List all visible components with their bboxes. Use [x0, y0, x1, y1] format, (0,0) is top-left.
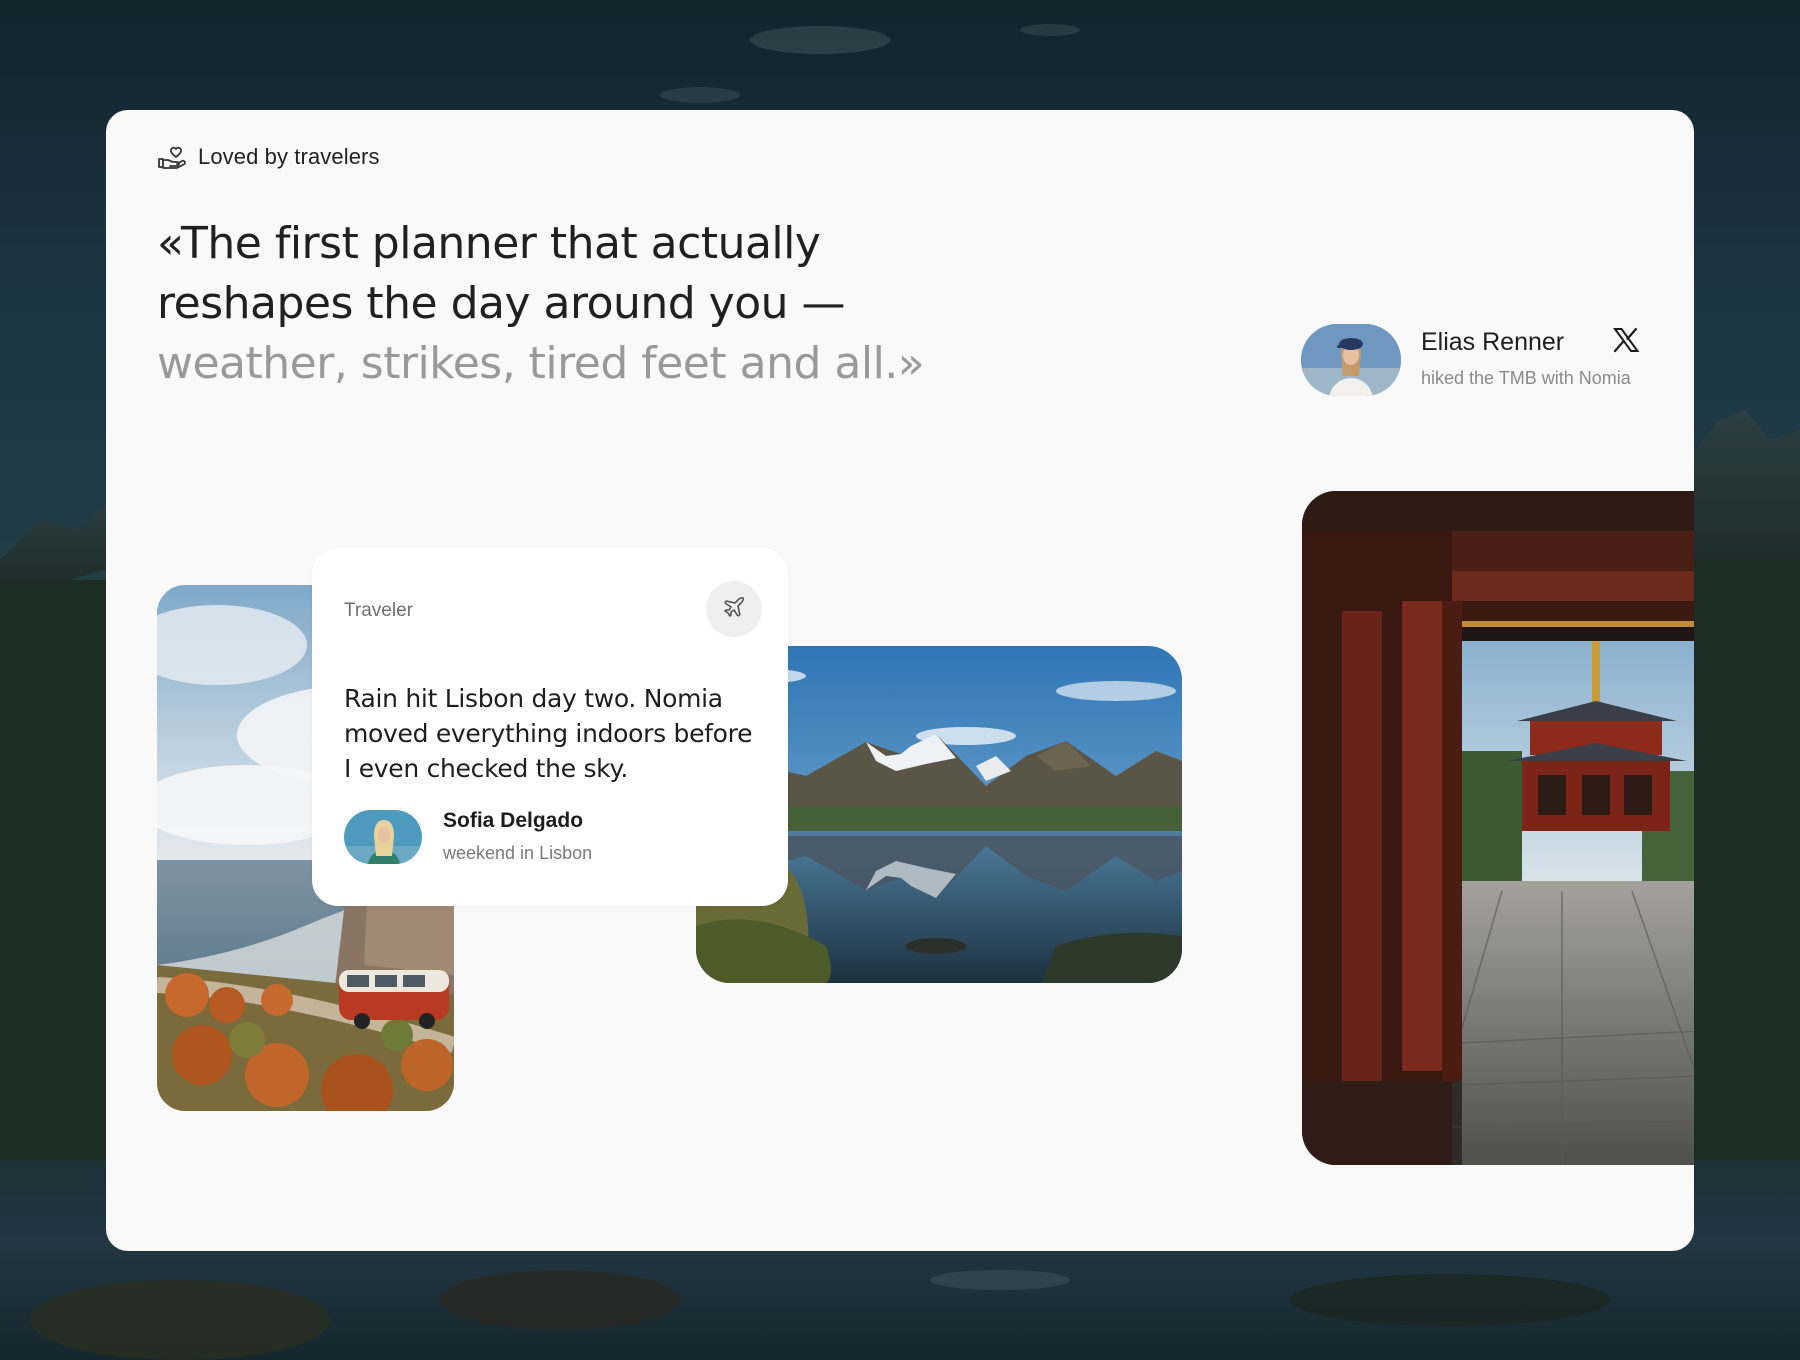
- quote-author: Elias Renner hiked the TMB with Nomia: [1301, 324, 1661, 396]
- testimonial-avatar: [344, 810, 422, 864]
- testimonial-author-name: Sofia Delgado: [443, 809, 584, 832]
- quote-line-2: reshapes the day around you —: [157, 278, 846, 329]
- airplane-button[interactable]: [706, 581, 762, 637]
- hand-heart-icon: [158, 145, 186, 169]
- section-eyebrow: Loved by travelers: [158, 144, 380, 170]
- quote-line-3: weather, strikes, tired feet and all.»: [157, 338, 925, 389]
- headline-quote: «The first planner that actually reshape…: [157, 214, 1057, 394]
- section-eyebrow-label: Loved by travelers: [198, 144, 380, 169]
- testimonials-section: Loved by travelers «The first planner th…: [106, 110, 1694, 1251]
- testimonial-author-subtitle: weekend in Lisbon: [443, 843, 593, 863]
- x-logo-icon[interactable]: [1612, 326, 1640, 354]
- author-avatar: [1301, 324, 1401, 396]
- temple-gate-photo: [1302, 491, 1694, 1165]
- author-name: Elias Renner: [1421, 328, 1565, 356]
- testimonial-card: Traveler Rain hit Lisbon day two. Nomia …: [312, 548, 788, 906]
- testimonial-text: Rain hit Lisbon day two. Nomia moved eve…: [344, 684, 753, 783]
- airplane-icon: [722, 595, 746, 623]
- testimonial-label: Traveler: [344, 600, 413, 621]
- quote-line-1: «The first planner that actually: [157, 218, 821, 269]
- author-subtitle: hiked the TMB with Nomia: [1421, 368, 1631, 388]
